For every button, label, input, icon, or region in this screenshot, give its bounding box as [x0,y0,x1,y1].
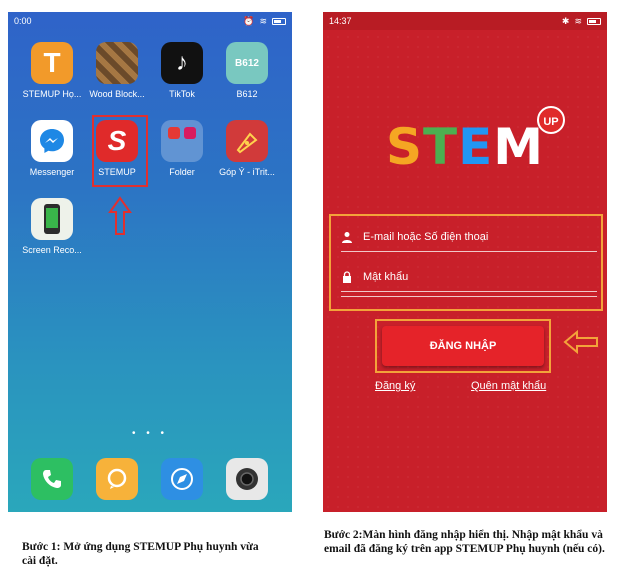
dock-camera[interactable] [215,458,279,500]
b612-icon: B612 [226,42,268,84]
phone-icon [31,458,73,500]
up-arrow-icon [108,196,132,235]
page-indicator: • • • [131,428,169,439]
camera-icon [226,458,268,500]
status-icons: ⏰ ≋ [243,16,286,27]
app-label: TikTok [169,89,195,99]
dock-messages[interactable] [85,458,149,500]
forgot-password-link[interactable]: Quên mật khẩu [471,380,546,392]
email-field[interactable]: E-mail hoặc Số điện thoại [341,222,597,252]
wifi-icon: ≋ [259,15,267,26]
battery-icon [587,17,601,25]
lock-icon [343,270,351,283]
status-time: 0:00 [14,16,32,26]
app-label: Messenger [29,167,75,177]
app-screen-recorder[interactable]: Screen Reco... [20,198,84,255]
app-label: Folder [169,167,195,177]
step1-caption: Bước 1: Mở ứng dụng STEMUP Phụ huynh vừa… [22,541,259,567]
stemup-highlight-box [92,115,148,187]
credentials-highlight-box: E-mail hoặc Số điện thoại Mật khẩu [329,214,603,311]
t-letter-icon: T [31,42,73,84]
app-tiktok[interactable]: ♪ TikTok [150,42,214,99]
password-field[interactable]: Mật khẩu [341,262,597,292]
status-time: 14:37 [329,16,352,26]
dock-phone[interactable] [20,458,84,500]
app-gop-y-itrithuc[interactable]: Góp Ý - iTrit... [215,120,279,177]
app-label: Wood Block... [89,89,145,99]
folder-icon [161,120,203,162]
app-folder[interactable]: Folder [150,120,214,177]
app-label: B612 [236,89,258,99]
app-label: Góp Ý - iTrit... [219,167,275,177]
register-link[interactable]: Đăng ký [375,380,415,392]
status-bar: 0:00 ⏰ ≋ [8,12,292,30]
step2-caption: Bước 2:Màn hình đăng nhập hiển thị. Nhập… [324,529,605,555]
battery-icon [272,17,286,25]
left-arrow-icon [563,330,598,354]
logo-text: STEM [385,118,545,176]
app-stemup-phu-huynh[interactable]: T STEMUP Họ... [20,42,84,99]
app-b612[interactable]: B612 B612 [215,42,279,99]
password-placeholder: Mật khẩu [363,270,409,283]
form-divider [341,296,597,297]
wood-block-icon [96,42,138,84]
alarm-icon: ⏰ [243,15,255,26]
app-wood-block[interactable]: Wood Block... [85,42,149,99]
logo-badge: UP [537,106,565,134]
login-button[interactable]: ĐĂNG NHẬP [382,326,544,366]
app-messenger[interactable]: Messenger [20,120,84,177]
messenger-icon [31,120,73,162]
user-icon [342,231,352,243]
bluetooth-icon: ✱ [561,15,570,26]
tiktok-icon: ♪ [161,42,203,84]
wifi-icon: ≋ [574,15,582,26]
screen-recorder-icon [31,198,73,240]
chat-icon [96,458,138,500]
app-label: Screen Reco... [22,245,82,255]
status-icons: ✱ ≋ [562,16,601,27]
pen-nib-icon [226,120,268,162]
email-placeholder: E-mail hoặc Số điện thoại [363,230,489,243]
stemup-logo: STEM UP [323,106,607,176]
browser-icon [161,458,203,500]
login-screen: 14:37 ✱ ≋ STEM UP E-mail hoặc Số điện th… [323,12,607,512]
dock-browser[interactable] [150,458,214,500]
status-bar: 14:37 ✱ ≋ [323,12,607,30]
home-screen: 0:00 ⏰ ≋ T STEMUP Họ... Wood Block... ♪ … [8,12,292,512]
app-label: STEMUP Họ... [22,89,82,99]
